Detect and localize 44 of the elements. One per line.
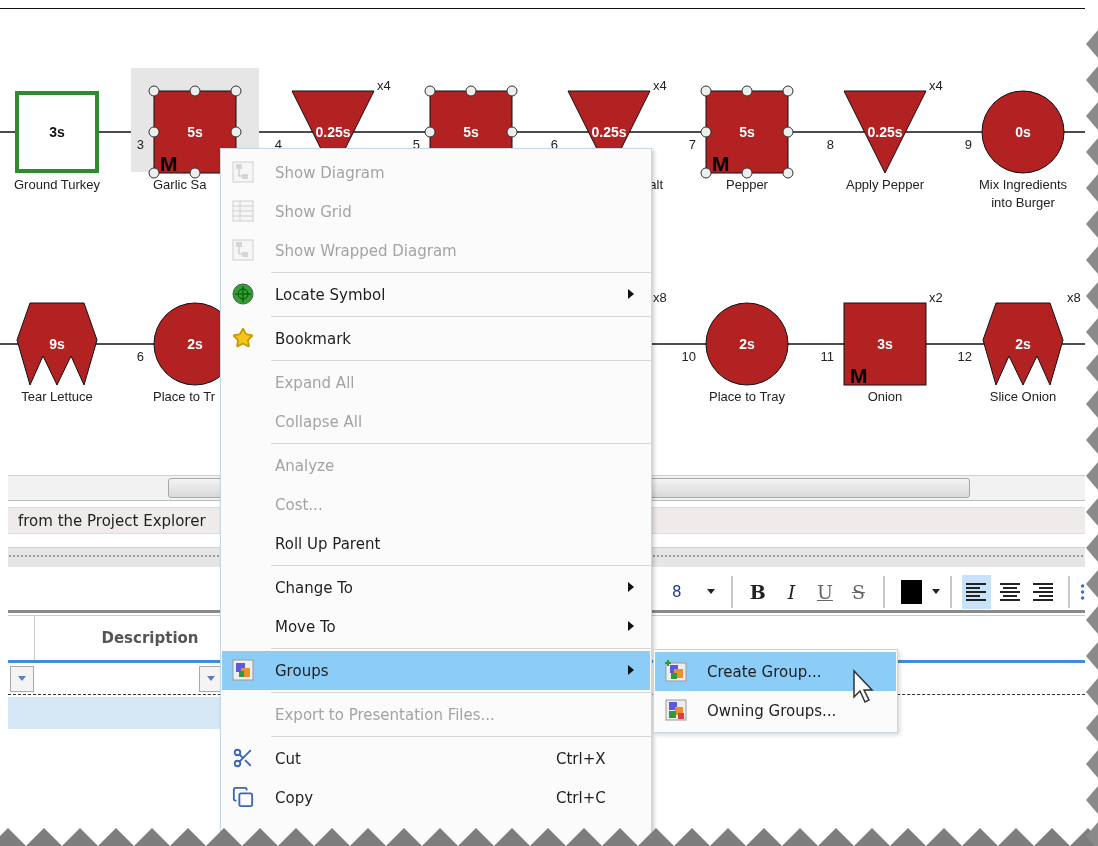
step-number: 6 [136, 349, 144, 364]
step-number: 9 [964, 137, 972, 152]
node-label: Mix Ingredients into Burger [978, 177, 1068, 210]
count-label: x8 [653, 290, 667, 305]
manual-mark: M [160, 152, 178, 175]
step-number: 7 [688, 137, 696, 152]
time-label: 0s [1015, 124, 1031, 140]
shortcut-label: Ctrl+X [556, 749, 606, 768]
time-label: 3s [877, 336, 893, 352]
time-label: 0.25s [591, 124, 627, 140]
shortcut-label: Ctrl+C [556, 788, 606, 807]
step-number: 8 [826, 137, 834, 152]
node-label: Apply Pepper [845, 177, 925, 192]
node-label: Garlic Sa [153, 177, 207, 192]
manual-mark: M [712, 152, 730, 175]
step-number: 4 [274, 137, 282, 152]
node-label: Place to Tr [153, 389, 216, 404]
step-number: 10 [681, 349, 696, 364]
count-label: x2 [929, 290, 943, 305]
node-label: Pepper [726, 177, 768, 192]
count-label: x4 [929, 78, 943, 93]
time-label: 0.25s [867, 124, 903, 140]
node-label: Tear Lettuce [21, 389, 93, 404]
node-label: Place to Tray [709, 389, 785, 404]
step-number: 12 [957, 349, 972, 364]
step-number: 11 [820, 349, 834, 364]
time-label: 3s [49, 124, 65, 140]
step-number: 3 [136, 137, 144, 152]
time-label: 9s [49, 336, 65, 352]
time-label: 2s [187, 336, 203, 352]
time-label: 2s [739, 336, 755, 352]
node-label: Ground Turkey [14, 177, 100, 192]
manual-mark: M [850, 364, 868, 387]
time-label: 5s [739, 124, 755, 140]
message-text: from the Project Explorer [18, 511, 206, 530]
time-label: 5s [463, 124, 479, 140]
count-label: x8 [1067, 290, 1081, 305]
node-label: Onion [867, 389, 903, 404]
count-label: x4 [653, 78, 667, 93]
time-label: 5s [187, 124, 203, 140]
node-label: Slice Onion [989, 389, 1057, 404]
count-label: x4 [377, 78, 391, 93]
time-label: 0.25s [315, 124, 351, 140]
time-label: 2s [1015, 336, 1031, 352]
